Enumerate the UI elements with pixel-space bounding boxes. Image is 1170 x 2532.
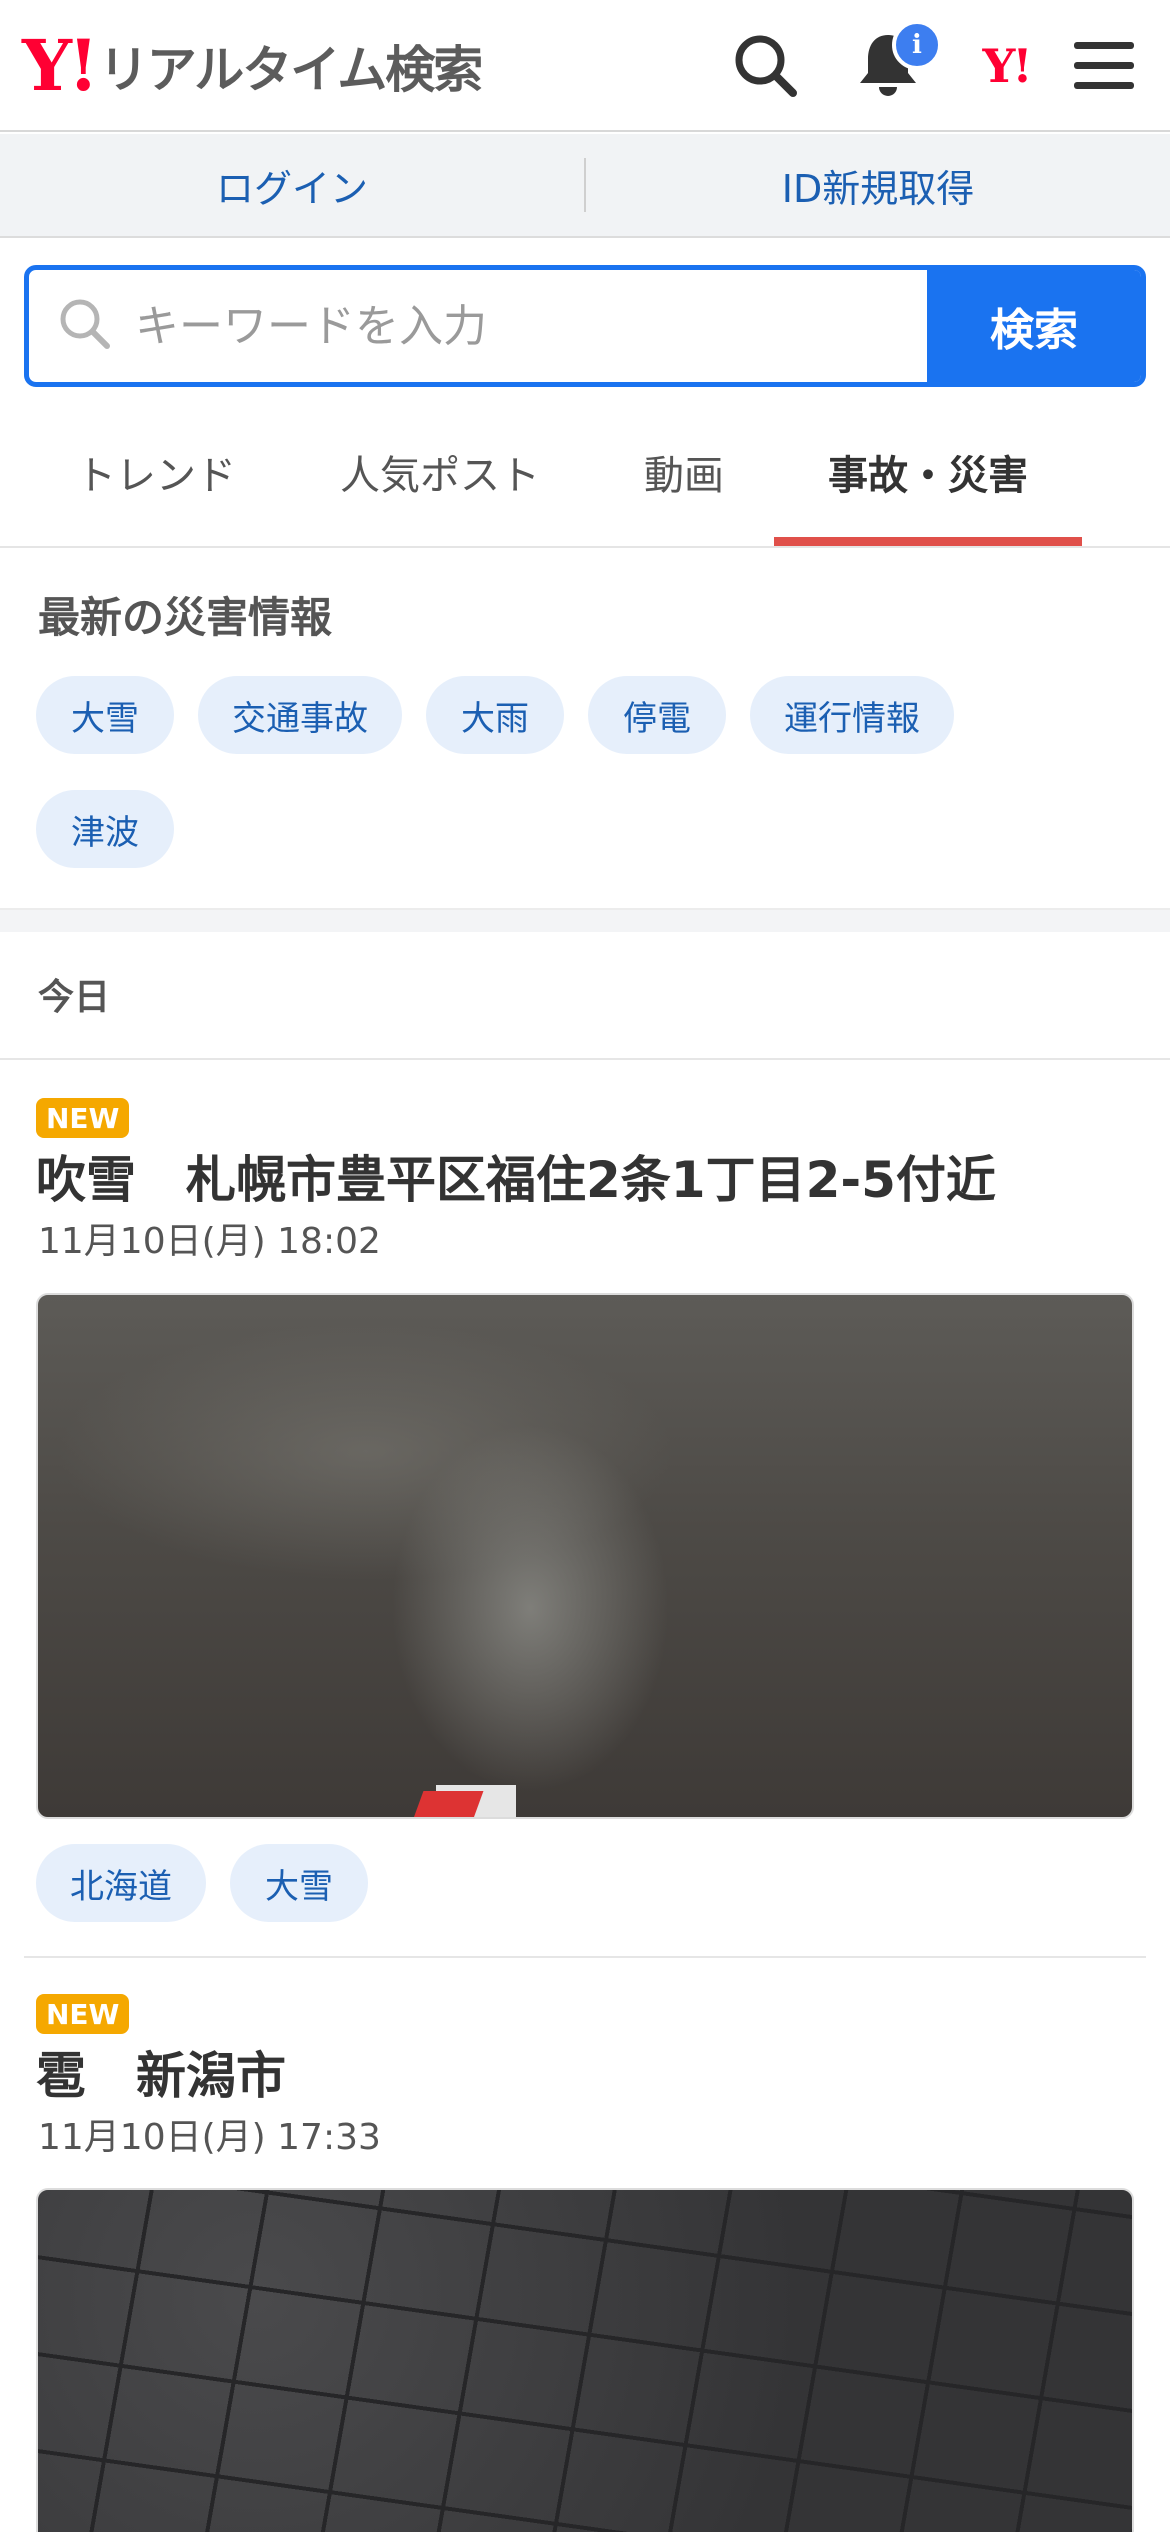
post-timestamp: 11月10日(月) 18:02 bbox=[38, 1221, 381, 1262]
search-field[interactable] bbox=[29, 270, 927, 382]
section-separator bbox=[0, 908, 1170, 932]
date-section-label: 今日 bbox=[38, 977, 111, 1018]
post-image[interactable] bbox=[36, 2188, 1134, 2532]
notification-badge: i bbox=[892, 20, 942, 70]
chip-heavy-rain[interactable]: 大雨 bbox=[426, 676, 564, 754]
date-section-divider bbox=[0, 1058, 1170, 1060]
notification-bell-icon[interactable]: i bbox=[848, 20, 942, 106]
chip-tsunami[interactable]: 津波 bbox=[36, 790, 174, 868]
login-link[interactable]: ログイン bbox=[0, 158, 584, 213]
chip-traffic-accident[interactable]: 交通事故 bbox=[198, 676, 402, 754]
post-timestamp: 11月10日(月) 17:33 bbox=[38, 2117, 381, 2158]
account-bar: ログイン ID新規取得 bbox=[0, 134, 1170, 238]
tab-popular-posts[interactable]: 人気ポスト bbox=[318, 398, 562, 546]
search-button[interactable]: 検索 bbox=[927, 270, 1141, 382]
chip-power-outage[interactable]: 停電 bbox=[588, 676, 726, 754]
search-icon[interactable] bbox=[726, 26, 806, 106]
tab-trend[interactable]: トレンド bbox=[40, 398, 272, 546]
tag-heavy-snow[interactable]: 大雪 bbox=[230, 1844, 368, 1922]
search-box: 検索 bbox=[24, 265, 1146, 387]
yahoo-mark: Y! bbox=[982, 39, 1032, 93]
yahoo-realtime-logo[interactable]: Y! リアルタイム検索 bbox=[22, 24, 483, 107]
image-detail bbox=[412, 1791, 484, 1817]
disaster-info-heading: 最新の災害情報 bbox=[38, 593, 333, 642]
tab-videos[interactable]: 動画 bbox=[620, 398, 748, 546]
chip-heavy-snow[interactable]: 大雪 bbox=[36, 676, 174, 754]
menu-icon[interactable] bbox=[1064, 26, 1144, 106]
tab-accidents-disasters[interactable]: 事故・災害 bbox=[774, 398, 1082, 546]
logo-text: リアルタイム検索 bbox=[98, 41, 483, 99]
post-title[interactable]: 雹 新潟市 bbox=[36, 2036, 286, 2108]
signup-link[interactable]: ID新規取得 bbox=[586, 158, 1170, 213]
search-field-icon bbox=[57, 296, 113, 356]
search-input[interactable] bbox=[135, 300, 835, 352]
post-divider bbox=[24, 1956, 1146, 1958]
app-header: Y! リアルタイム検索 i Y! bbox=[0, 0, 1170, 132]
chip-operation-info[interactable]: 運行情報 bbox=[750, 676, 954, 754]
tag-hokkaido[interactable]: 北海道 bbox=[36, 1844, 206, 1922]
post-title[interactable]: 吹雪 札幌市豊平区福住2条1丁目2-5付近 bbox=[36, 1140, 996, 1212]
yahoo-japan-icon[interactable]: Y! bbox=[966, 26, 1046, 106]
new-badge: NEW bbox=[36, 1098, 130, 1138]
post-image[interactable] bbox=[36, 1293, 1134, 1819]
category-tabs: トレンド 人気ポスト 動画 事故・災害 bbox=[0, 398, 1170, 548]
new-badge: NEW bbox=[36, 1994, 130, 2034]
logo-mark: Y! bbox=[22, 24, 99, 107]
